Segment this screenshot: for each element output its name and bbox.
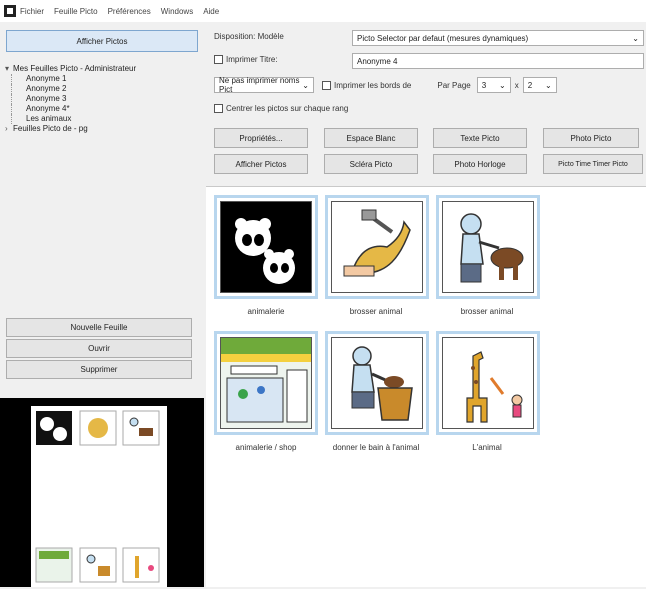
per-page-label: Par Page [437, 80, 471, 90]
picto-caption: animalerie / shop [235, 443, 297, 452]
center-checkbox[interactable] [214, 104, 223, 113]
open-button[interactable]: Ouvrir [6, 339, 192, 358]
clock-photo-button[interactable]: Photo Horloge [433, 154, 527, 174]
delete-button[interactable]: Supprimer [6, 360, 192, 379]
print-borders-checkbox[interactable] [322, 80, 331, 90]
sclera-picto-button[interactable]: Scléra Picto [324, 154, 418, 174]
chevron-down-icon: ⌄ [302, 80, 309, 90]
tree-root-pg[interactable]: › Feuilles Picto de - pg [3, 124, 203, 134]
sheet-preview [0, 398, 204, 587]
tree-root-admin[interactable]: ▾ Mes Feuilles Picto - Administrateur [3, 64, 203, 74]
show-pictos-button[interactable]: Afficher Pictos [6, 30, 198, 52]
menu-help[interactable]: Aide [203, 7, 219, 16]
text-picto-button[interactable]: Texte Picto [433, 128, 527, 148]
tree-item[interactable]: Anonyme 3 [11, 94, 203, 104]
picto-tile[interactable] [214, 331, 318, 435]
title-input[interactable]: Anonyme 4 [352, 53, 644, 69]
print-title-checkbox[interactable] [214, 55, 223, 64]
chevron-down-icon: ⌄ [545, 80, 552, 90]
pet-shop-picto-icon [220, 337, 312, 429]
picto-tile[interactable] [325, 331, 429, 435]
picto-caption: brosser animal [460, 307, 514, 316]
sheets-tree: ▾ Mes Feuilles Picto - Administrateur Ano… [3, 64, 203, 134]
menu-sheet[interactable]: Feuille Picto [54, 7, 98, 16]
properties-button[interactable]: Propriétés... [214, 128, 308, 148]
bath-dog-picto-icon [331, 337, 423, 429]
menu-preferences[interactable]: Préférences [108, 7, 151, 16]
print-names-select[interactable]: Ne pas imprimer noms Pict ⌄ [214, 76, 314, 94]
cols-select[interactable]: 3 ⌄ [476, 77, 511, 93]
preview-thumbnails-icon [35, 410, 160, 583]
disposition-label: Disposition: Modèle [214, 32, 284, 41]
photo-picto-button[interactable]: Photo Picto [543, 128, 639, 148]
expand-icon[interactable]: ▾ [5, 64, 13, 74]
tree-item[interactable]: Anonyme 4* [11, 104, 203, 114]
show-pictos-button-2[interactable]: Afficher Pictos [214, 154, 308, 174]
sheet-actions: Nouvelle Feuille Ouvrir Supprimer [6, 318, 192, 381]
time-timer-button[interactable]: Picto Time Timer Picto [543, 154, 643, 174]
picto-tile[interactable] [325, 195, 429, 299]
menu-file[interactable]: Fichier [20, 7, 44, 16]
pandas-picto-icon [220, 201, 312, 293]
new-sheet-button[interactable]: Nouvelle Feuille [6, 318, 192, 337]
picto-tile[interactable] [436, 331, 540, 435]
preview-page [31, 406, 167, 587]
person-dog-picto-icon [442, 201, 534, 293]
picto-caption: brosser animal [349, 307, 403, 316]
tree-item[interactable]: Les animaux [11, 114, 203, 124]
picto-caption: L'animal [472, 443, 502, 452]
menubar: Fichier Feuille Picto Préférences Window… [0, 0, 646, 22]
picto-caption: donner le bain à l'animal [332, 443, 420, 452]
tree-item[interactable]: Anonyme 1 [11, 74, 203, 84]
tree-item[interactable]: Anonyme 2 [11, 84, 203, 94]
blank-space-button[interactable]: Espace Blanc [324, 128, 418, 148]
brush-dog-picto-icon [331, 201, 423, 293]
disposition-select[interactable]: Picto Selector par defaut (mesures dynam… [352, 30, 644, 46]
layout-settings: Disposition: Modèle Picto Selector par d… [206, 24, 646, 184]
chevron-down-icon: ⌄ [499, 80, 506, 90]
collapse-icon[interactable]: › [5, 124, 13, 134]
menu-windows[interactable]: Windows [161, 7, 193, 16]
rows-select[interactable]: 2 ⌄ [522, 77, 557, 93]
giraffe-picto-icon [442, 337, 534, 429]
left-panel: Afficher Pictos ▾ Mes Feuilles Picto - Ad… [0, 24, 204, 587]
picto-tile[interactable] [214, 195, 318, 299]
chevron-down-icon: ⌄ [632, 33, 639, 43]
picto-canvas: animalerie brosser animal brosser animal… [206, 186, 646, 587]
picto-caption: animalerie [247, 307, 285, 316]
app-logo-icon [4, 5, 16, 17]
picto-tile[interactable] [436, 195, 540, 299]
